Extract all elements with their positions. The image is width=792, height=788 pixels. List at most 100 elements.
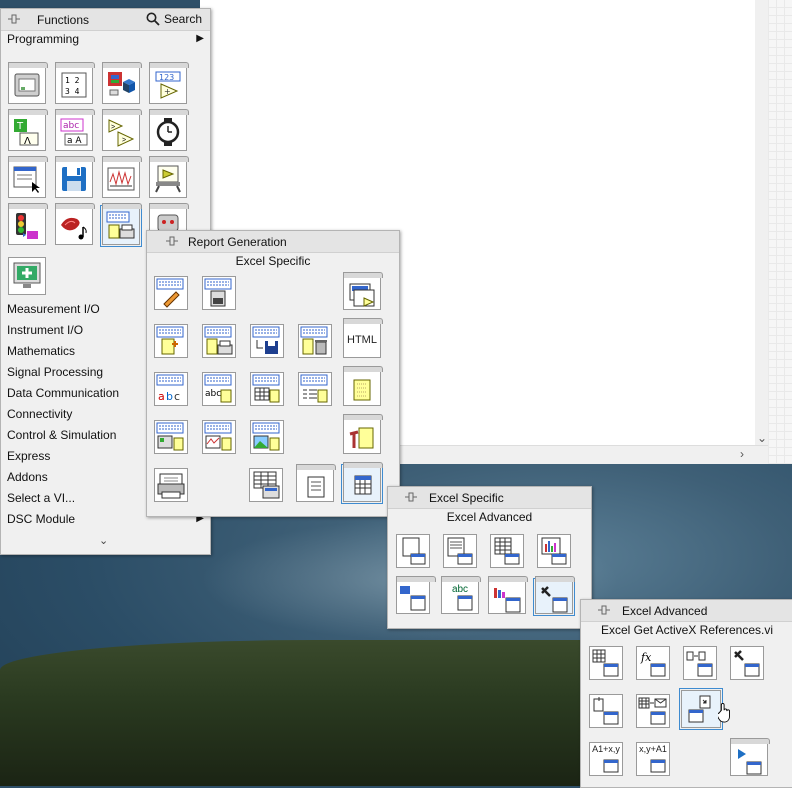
excel-specific-icon[interactable] bbox=[341, 462, 383, 504]
new-report-icon[interactable] bbox=[154, 276, 188, 310]
pin-icon[interactable] bbox=[7, 13, 21, 26]
numeric-icon[interactable]: 123 + bbox=[149, 62, 189, 104]
report-layout-icon[interactable] bbox=[202, 276, 236, 310]
comparison-icon[interactable]: > > bbox=[102, 109, 142, 151]
excel-specific-subtitle: Excel Advanced bbox=[446, 510, 533, 524]
excel-advanced-icon[interactable] bbox=[533, 576, 575, 616]
waveform-icon[interactable] bbox=[102, 156, 142, 198]
svg-text:3 4: 3 4 bbox=[65, 87, 80, 96]
excel-chart-icon[interactable] bbox=[488, 576, 528, 614]
vertical-scrollbar[interactable]: ⌄ bbox=[755, 0, 768, 445]
pin-icon[interactable] bbox=[404, 491, 418, 504]
excel-xy-to-a1-icon[interactable]: x,y+A1 bbox=[636, 742, 670, 776]
excel-tools-icon[interactable] bbox=[730, 646, 764, 680]
append-text-icon[interactable]: abc bbox=[154, 372, 188, 406]
excel-general-icon[interactable] bbox=[396, 576, 436, 614]
category-signal-processing[interactable]: Signal Processing bbox=[7, 362, 103, 382]
svg-text:123: 123 bbox=[159, 73, 174, 82]
excel-table-mail-icon[interactable] bbox=[636, 694, 670, 728]
array-icon[interactable]: 1 23 4 bbox=[55, 62, 95, 104]
category-express[interactable]: Express bbox=[7, 446, 50, 466]
html-label: HTML bbox=[347, 334, 377, 346]
graphics-sound-icon[interactable] bbox=[55, 203, 95, 245]
excel-insert-graph-icon[interactable] bbox=[537, 534, 571, 568]
excel-insert-table-icon[interactable] bbox=[490, 534, 524, 568]
excel-specific-header[interactable]: Excel Specific bbox=[388, 487, 591, 509]
append-control-image-icon[interactable] bbox=[154, 420, 188, 454]
pin-icon[interactable] bbox=[597, 604, 611, 617]
excel-advanced-header[interactable]: Excel Advanced bbox=[581, 600, 792, 622]
pin-icon[interactable] bbox=[165, 235, 179, 248]
excel-run-macro-icon[interactable] bbox=[730, 738, 770, 776]
advanced-report-icon[interactable] bbox=[343, 272, 383, 310]
svg-text:c: c bbox=[174, 390, 180, 403]
svg-text:fx: fx bbox=[640, 651, 652, 664]
excel-insert-object-icon[interactable] bbox=[589, 694, 623, 728]
dispose-report-icon[interactable] bbox=[298, 324, 332, 358]
category-mathematics[interactable]: Mathematics bbox=[7, 341, 75, 361]
excel-insert-text-icon[interactable] bbox=[443, 534, 477, 568]
svg-text:a A: a A bbox=[67, 136, 82, 146]
append-string-icon[interactable]: abc bbox=[202, 372, 236, 406]
string-icon[interactable]: abc a A bbox=[55, 109, 95, 151]
excel-get-data-icon[interactable] bbox=[589, 646, 623, 680]
category-measurement-io[interactable]: Measurement I/O bbox=[7, 299, 100, 319]
easy-table-icon[interactable] bbox=[249, 468, 283, 502]
category-programming[interactable]: Programming ▶ bbox=[7, 29, 204, 49]
category-select-a-vi[interactable]: Select a VI... bbox=[7, 488, 75, 508]
report-generation-subtitle: Excel Specific bbox=[235, 254, 311, 268]
excel-cell-range-icon[interactable] bbox=[683, 646, 717, 680]
append-report-icon[interactable] bbox=[154, 324, 188, 358]
excel-a1-to-xy-icon[interactable]: A1+x,y bbox=[589, 742, 623, 776]
cluster-icon[interactable] bbox=[102, 62, 142, 104]
functions-title: Functions bbox=[37, 13, 90, 27]
category-control-simulation[interactable]: Control & Simulation bbox=[7, 425, 116, 445]
scroll-down-icon[interactable]: ⌄ bbox=[757, 432, 767, 444]
application-control-icon[interactable] bbox=[149, 156, 189, 198]
functions-palette-header[interactable]: Functions Search bbox=[1, 9, 210, 31]
excel-new-report-icon[interactable] bbox=[396, 534, 430, 568]
save-report-icon[interactable] bbox=[250, 324, 284, 358]
svg-text:abc: abc bbox=[205, 389, 221, 399]
mouse-cursor-icon bbox=[718, 703, 730, 723]
append-table-icon[interactable] bbox=[250, 372, 284, 406]
append-graph-icon[interactable] bbox=[202, 420, 236, 454]
category-connectivity[interactable]: Connectivity bbox=[7, 404, 72, 424]
svg-text:Λ: Λ bbox=[24, 136, 31, 147]
svg-text:T: T bbox=[16, 121, 24, 132]
excel-advanced-title: Excel Advanced bbox=[622, 604, 708, 618]
excel-get-activex-references-icon[interactable] bbox=[679, 688, 723, 730]
append-image-icon[interactable] bbox=[250, 420, 284, 454]
svg-text:+: + bbox=[164, 87, 171, 96]
file-io-icon[interactable] bbox=[55, 156, 95, 198]
excel-formula-icon[interactable]: fx bbox=[636, 646, 670, 680]
word-specific-icon[interactable] bbox=[343, 366, 383, 406]
boolean-icon[interactable]: TΛ bbox=[8, 109, 48, 151]
word-document-icon[interactable] bbox=[296, 464, 336, 502]
excel-specific-title: Excel Specific bbox=[429, 491, 504, 505]
scroll-right-icon[interactable]: › bbox=[740, 448, 744, 460]
add-vi-icon[interactable] bbox=[8, 257, 46, 295]
append-list-icon[interactable] bbox=[298, 372, 332, 406]
category-instrument-io[interactable]: Instrument I/O bbox=[7, 320, 83, 340]
structures-icon[interactable] bbox=[8, 62, 48, 104]
easy-print-icon[interactable] bbox=[154, 468, 188, 502]
expand-more-icon[interactable]: ⌄ bbox=[99, 534, 108, 547]
excel-format-text-icon[interactable]: abc bbox=[441, 576, 481, 614]
dialog-icon[interactable] bbox=[8, 156, 48, 198]
search-button[interactable]: Search bbox=[142, 11, 206, 28]
svg-text:>: > bbox=[111, 124, 115, 131]
report-generation-icon[interactable] bbox=[100, 203, 142, 247]
html-report-icon[interactable]: HTML bbox=[343, 318, 383, 358]
category-addons[interactable]: Addons bbox=[7, 467, 48, 487]
front-panel-grid bbox=[768, 0, 792, 464]
category-data-communication[interactable]: Data Communication bbox=[7, 383, 119, 403]
svg-text:b: b bbox=[166, 390, 173, 403]
svg-text:abc: abc bbox=[63, 121, 79, 131]
timing-icon[interactable] bbox=[149, 109, 189, 151]
report-properties-icon[interactable] bbox=[343, 414, 383, 454]
report-generation-header[interactable]: Report Generation bbox=[147, 231, 399, 253]
print-report-icon[interactable] bbox=[202, 324, 236, 358]
synchronization-icon[interactable] bbox=[8, 203, 48, 245]
excel-advanced-subtitle: Excel Get ActiveX References.vi bbox=[600, 623, 774, 637]
